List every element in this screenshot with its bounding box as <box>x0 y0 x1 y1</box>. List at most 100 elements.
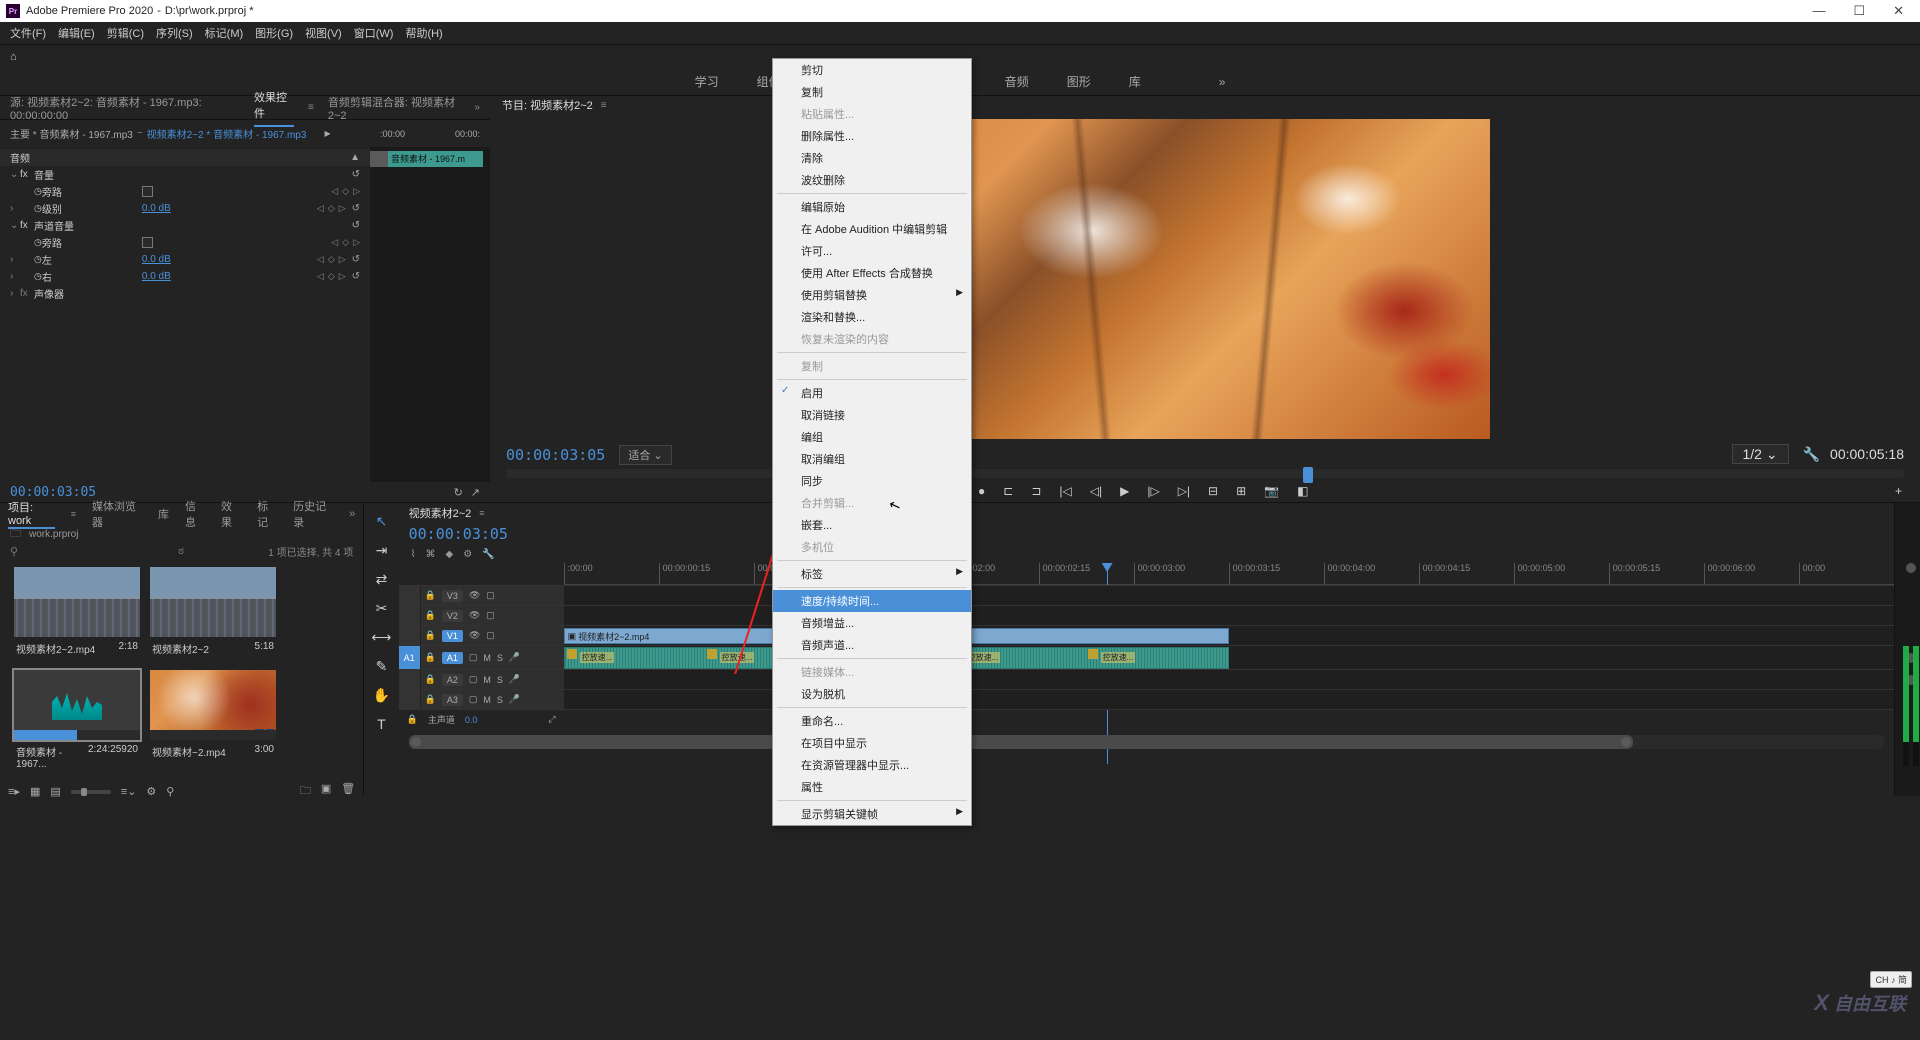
source-timecode[interactable]: 00:00:03:05 <box>10 485 96 500</box>
lift-icon[interactable]: ⊟ <box>1208 484 1218 498</box>
timeline-timecode[interactable]: 00:00:03:05 <box>409 525 508 543</box>
ctx-item[interactable]: 许可... <box>773 240 971 262</box>
menu-edit[interactable]: 编辑(E) <box>52 25 101 41</box>
ws-overflow-icon[interactable]: » <box>1219 75 1226 89</box>
marker-icon[interactable]: ◆ <box>446 549 454 560</box>
track-v2[interactable]: V2 <box>442 610 463 622</box>
solo-button[interactable]: S <box>497 653 503 663</box>
compare-icon[interactable]: ◧ <box>1297 484 1308 498</box>
ctx-item[interactable]: 嵌套... <box>773 514 971 536</box>
menu-sequence[interactable]: 序列(S) <box>150 25 199 41</box>
reset-icon[interactable]: ↺ <box>352 254 360 265</box>
ctx-item[interactable]: 音频增益... <box>773 612 971 634</box>
stopwatch-icon[interactable]: ◷ <box>34 237 42 248</box>
reset-icon[interactable]: ↺ <box>352 271 360 282</box>
ctx-item[interactable]: 剪切 <box>773 59 971 81</box>
track-a2[interactable]: A2 <box>442 674 463 686</box>
menu-file[interactable]: 文件(F) <box>4 25 52 41</box>
program-viewer[interactable] <box>510 119 1900 439</box>
fx-icon[interactable]: fx <box>20 169 34 180</box>
track-a1[interactable]: A1 <box>442 652 463 664</box>
snap-icon[interactable]: ⌇ <box>411 549 416 560</box>
go-out-icon[interactable]: ▷| <box>1178 484 1190 498</box>
ctx-item[interactable]: 清除 <box>773 147 971 169</box>
time-ruler[interactable]: :00:0000:00:00:1500:00:01:0000:00:01:150… <box>564 563 1894 585</box>
eye-icon[interactable]: 👁 <box>469 590 480 601</box>
lock-icon[interactable]: 🔒 <box>425 674 436 685</box>
voice-icon[interactable]: 🎤 <box>509 674 520 685</box>
lock-icon[interactable]: 🔒 <box>425 610 436 621</box>
ripple-tool-icon[interactable]: ⇄ <box>376 571 388 588</box>
solo-button[interactable]: S <box>497 695 503 705</box>
type-tool-icon[interactable]: T <box>377 716 386 732</box>
auto-icon[interactable]: ⚙ <box>146 785 156 798</box>
master-value[interactable]: 0.0 <box>465 715 478 725</box>
track-select-tool-icon[interactable]: ⇥ <box>376 542 388 559</box>
source-patch-a1[interactable]: A1 <box>399 646 421 669</box>
scrub-bar[interactable] <box>506 469 1904 478</box>
ctx-item[interactable]: 显示剪辑关键帧▶ <box>773 803 971 825</box>
play-icon[interactable]: ▶ <box>1120 484 1129 498</box>
mark-out-icon[interactable]: ⊐ <box>1031 484 1041 498</box>
menu-clip[interactable]: 剪辑(C) <box>101 25 150 41</box>
stopwatch-icon[interactable]: ◷ <box>34 186 42 197</box>
button-editor-icon[interactable]: + <box>1895 484 1902 498</box>
track-output-icon[interactable]: ▢ <box>469 674 478 685</box>
camera-icon[interactable]: 📷 <box>1264 484 1279 498</box>
track-output-icon[interactable]: ▢ <box>486 590 495 601</box>
fx-level-value[interactable]: 0.0 dB <box>142 203 192 214</box>
program-timecode[interactable]: 00:00:03:05 <box>506 446 605 464</box>
ctx-item[interactable]: 取消编组 <box>773 448 971 470</box>
wrench-icon[interactable]: 🔧 <box>482 549 494 560</box>
menu-view[interactable]: 视图(V) <box>299 25 348 41</box>
project-item[interactable]: ▯▯视频素材2~2.mp42:18 <box>14 567 140 660</box>
ctx-item[interactable]: 复制 <box>773 81 971 103</box>
ctx-item[interactable]: 取消链接 <box>773 404 971 426</box>
panel-menu-icon[interactable]: ≡ <box>308 102 314 113</box>
stopwatch-icon[interactable]: ◷ <box>34 203 42 214</box>
lock-icon[interactable]: 🔒 <box>425 590 436 601</box>
step-fwd-icon[interactable]: |▷ <box>1147 484 1159 498</box>
ws-audio[interactable]: 音频 <box>1005 73 1029 90</box>
lock-icon[interactable]: 🔒 <box>425 652 436 663</box>
timeline-scrollbar[interactable] <box>409 735 1884 749</box>
camera-filter-icon[interactable]: ಠ <box>178 545 184 558</box>
ctx-item[interactable]: 音频声道... <box>773 634 971 656</box>
list-view-icon[interactable]: ≡▸ <box>8 785 20 798</box>
ctx-item[interactable]: 编辑原始 <box>773 196 971 218</box>
settings-icon[interactable]: ⚙ <box>463 549 472 560</box>
ctx-item[interactable]: 编组 <box>773 426 971 448</box>
track-a3[interactable]: A3 <box>442 694 463 706</box>
pen-tool-icon[interactable]: ✎ <box>376 658 388 675</box>
new-item-icon[interactable]: ▣ <box>321 782 331 801</box>
reset-icon[interactable]: ↺ <box>352 220 360 231</box>
collapse-icon[interactable]: ▲ <box>350 152 360 163</box>
eye-icon[interactable]: 👁 <box>469 610 480 621</box>
mark-in-icon[interactable]: ⊏ <box>1003 484 1013 498</box>
voice-icon[interactable]: 🎤 <box>509 694 520 705</box>
ctx-item[interactable]: 启用✓ <box>773 382 971 404</box>
lock-icon[interactable]: 🔒 <box>425 694 436 705</box>
freeform-icon[interactable]: ▤ <box>50 785 60 798</box>
bypass-checkbox[interactable] <box>142 186 153 197</box>
slip-tool-icon[interactable]: ⟷ <box>371 629 391 646</box>
bypass-checkbox[interactable] <box>142 237 153 248</box>
lock-icon[interactable]: 🔒 <box>407 714 418 725</box>
export-icon[interactable]: ↗ <box>471 486 480 499</box>
resolution-dropdown[interactable]: 1/2 ⌄ <box>1732 444 1789 464</box>
search-icon[interactable]: ⚲ <box>10 545 18 558</box>
project-item[interactable]: ▯视频素材2~25:18 <box>150 567 276 660</box>
fx-left-value[interactable]: 0.0 dB <box>142 254 192 265</box>
home-icon[interactable]: ⌂ <box>10 51 17 63</box>
ws-lib[interactable]: 库 <box>1129 73 1141 90</box>
playhead[interactable] <box>1303 467 1313 483</box>
stopwatch-icon[interactable]: ◷ <box>34 254 42 265</box>
mute-button[interactable]: M <box>483 675 491 685</box>
solo-button[interactable]: S <box>497 675 503 685</box>
track-output-icon[interactable]: ▢ <box>469 652 478 663</box>
ctx-item[interactable]: 使用 After Effects 合成替换 <box>773 262 971 284</box>
project-item[interactable]: 音频素材 - 1967...2:24:25920 <box>14 670 140 774</box>
fx-crumb-clip[interactable]: 视频素材2~2 * 音频素材 - 1967.mp3 <box>147 126 307 141</box>
ctx-item[interactable]: 标签▶ <box>773 563 971 585</box>
ctx-item[interactable]: 删除属性... <box>773 125 971 147</box>
